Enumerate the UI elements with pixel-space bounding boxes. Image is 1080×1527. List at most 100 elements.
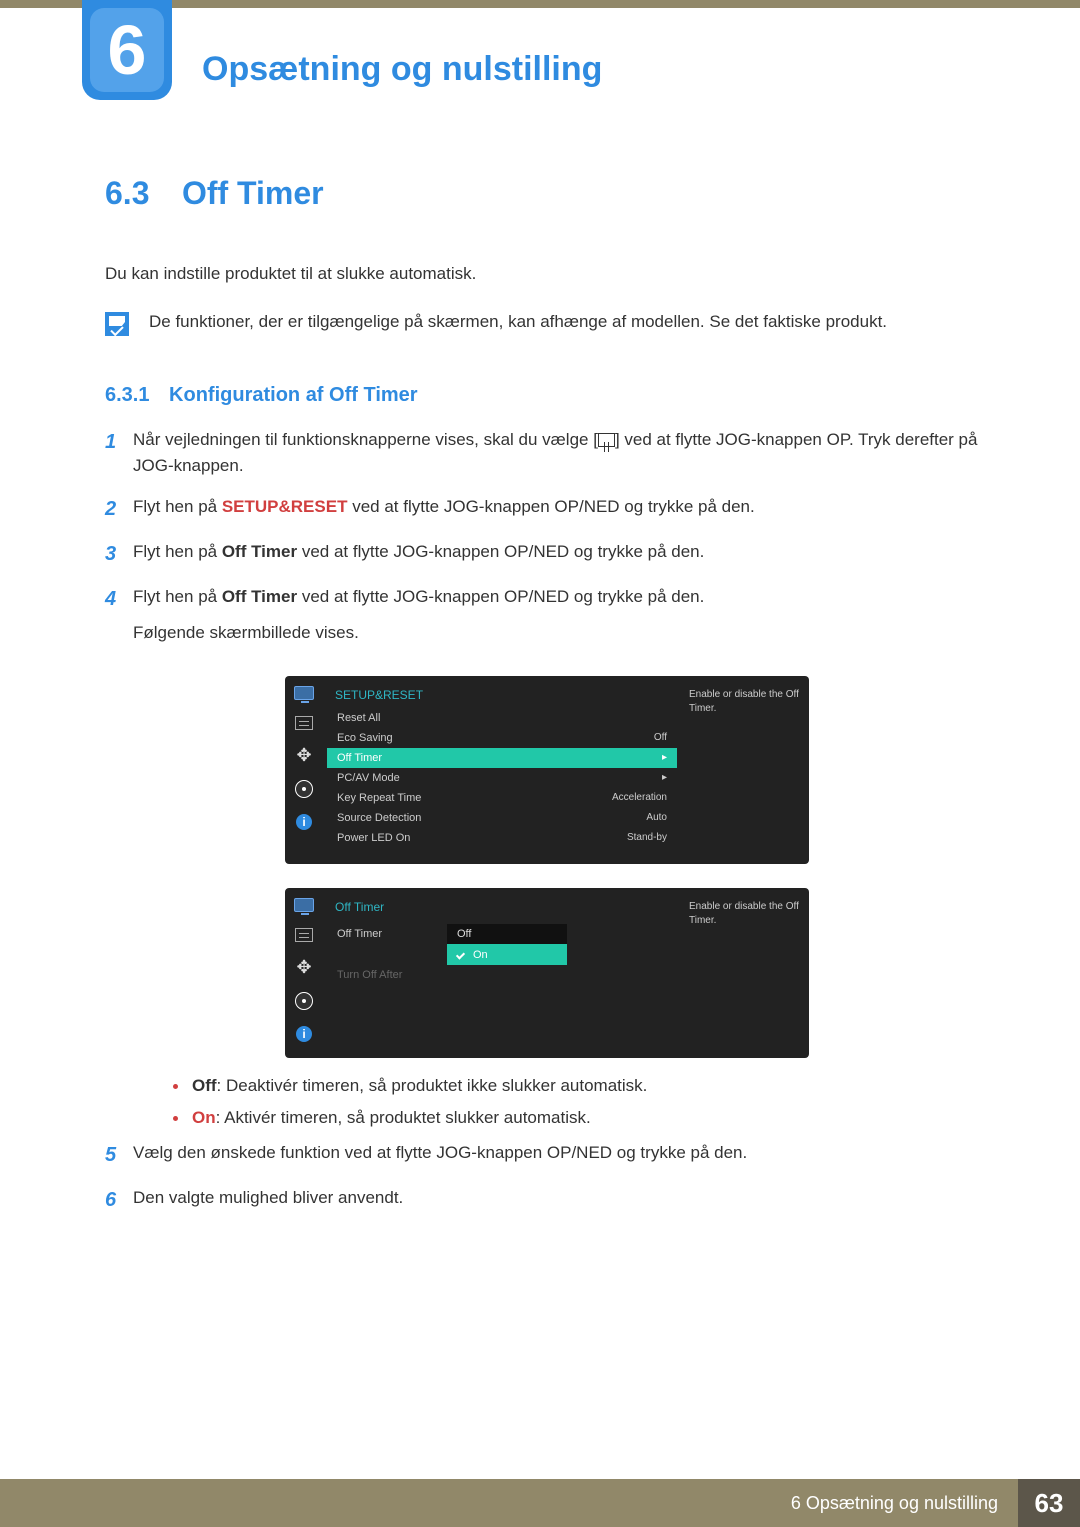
subsection-heading: 6.3.1 Konfiguration af Off Timer [105,384,985,407]
menu-button-icon [598,433,615,447]
osd-description: Enable or disable the Off Timer. [681,676,809,864]
step-number: 6 [105,1185,133,1216]
step-number: 3 [105,539,133,570]
step-number: 2 [105,494,133,525]
osd-off-timer-panel: i Off Timer Off Timer Off On Turn Off Af… [285,888,809,1058]
osd-row-label: PC/AV Mode [337,772,400,784]
step-body: Vælg den ønskede funktion ved at flytte … [133,1140,985,1166]
info-note-text: De funktioner, der er tilgængelige på sk… [149,312,887,332]
page-content: 6.3 Off Timer Du kan indstille produktet… [105,175,985,1230]
step-text: Flyt hen på [133,542,222,561]
step-number: 4 [105,584,133,615]
steps-list-continued: 5 Vælg den ønskede funktion ved at flytt… [105,1140,985,1216]
osd-sidebar: i [285,888,323,1058]
list-icon [295,716,313,730]
osd-row-off-timer[interactable]: Off Timer ▸ [327,748,677,768]
chapter-number: 6 [108,10,147,90]
osd-row-key-repeat[interactable]: Key Repeat Time Acceleration [327,788,677,808]
step-4: 4 Flyt hen på Off Timer ved at flytte JO… [105,584,985,647]
osd-row-source-detection[interactable]: Source Detection Auto [327,808,677,828]
step-body: Flyt hen på Off Timer ved at flytte JOG-… [133,584,985,647]
step-body: Den valgte mulighed bliver anvendt. [133,1185,985,1211]
osd-row-label: Turn Off After [337,969,402,981]
chapter-header: 6 Opsætning og nulstilling [82,12,1080,120]
osd-row-eco-saving[interactable]: Eco Saving Off [327,728,677,748]
chapter-badge: 6 [82,0,172,100]
osd-row-label: Key Repeat Time [337,792,421,804]
osd-options: Off On [447,924,567,965]
step-text: Når vejledningen til funktionsknapperne … [133,430,598,449]
step-emphasis: Off Timer [222,587,297,606]
gear-icon [295,780,313,798]
bullet-label: Off [192,1076,217,1095]
bullet-dot-icon [173,1084,178,1089]
osd-row-value: Auto [646,812,667,824]
bullet-text: Off: Deaktivér timeren, så produktet ikk… [192,1076,647,1096]
osd-row-label: Source Detection [337,812,421,824]
osd-select-label: Off Timer [337,924,437,940]
osd-row-value: Stand-by [627,832,667,844]
step-body: Flyt hen på SETUP&RESET ved at flytte JO… [133,494,985,520]
step-text: ved at flytte JOG-knappen OP/NED og tryk… [297,587,704,606]
step-number: 1 [105,427,133,458]
osd-option-label: On [473,949,488,961]
step-text: ved at flytte JOG-knappen OP/NED og tryk… [347,497,754,516]
step-text: Flyt hen på [133,587,222,606]
osd-row-turn-off-after: Turn Off After [327,965,677,985]
step-6: 6 Den valgte mulighed bliver anvendt. [105,1185,985,1216]
bullet-on: On: Aktivér timeren, så produktet slukke… [173,1108,985,1128]
info-icon: i [296,1026,312,1042]
section-title: Off Timer [182,175,324,211]
chapter-title: Opsætning og nulstilling [202,50,602,89]
section-number: 6.3 [105,175,149,211]
monitor-icon [294,686,314,700]
info-icon [105,312,129,336]
osd-title: SETUP&RESET [327,686,677,708]
osd-option-label: Off [457,928,471,940]
osd-row-pcav-mode[interactable]: PC/AV Mode ▸ [327,768,677,788]
bullet-body: : Deaktivér timeren, så produktet ikke s… [217,1076,648,1095]
osd-row-reset-all[interactable]: Reset All [327,708,677,728]
bullet-dot-icon [173,1116,178,1121]
step-5: 5 Vælg den ønskede funktion ved at flytt… [105,1140,985,1171]
osd-option-on[interactable]: On [447,944,567,965]
monitor-icon [294,898,314,912]
step-3: 3 Flyt hen på Off Timer ved at flytte JO… [105,539,985,570]
subsection-number: 6.3.1 [105,384,149,406]
move-icon [294,958,314,976]
osd-title: Off Timer [327,898,677,920]
list-icon [295,928,313,942]
step-number: 5 [105,1140,133,1171]
osd-description: Enable or disable the Off Timer. [681,888,809,1058]
gear-icon [295,992,313,1010]
osd-row-value: ▸ [662,772,667,784]
osd-row-value: ▸ [662,752,667,764]
step-text: ved at flytte JOG-knappen OP/NED og tryk… [297,542,704,561]
osd-option-off[interactable]: Off [447,924,567,944]
osd-main: SETUP&RESET Reset All Eco Saving Off Off … [323,676,681,864]
bullet-text: On: Aktivér timeren, så produktet slukke… [192,1108,591,1128]
info-note-row: De funktioner, der er tilgængelige på sk… [105,312,985,336]
bullet-label: On [192,1108,216,1127]
osd-row-label: Off Timer [337,752,382,764]
step-2: 2 Flyt hen på SETUP&RESET ved at flytte … [105,494,985,525]
osd-row-label: Eco Saving [337,732,393,744]
osd-sidebar: i [285,676,323,864]
step-body: Flyt hen på Off Timer ved at flytte JOG-… [133,539,985,565]
move-icon [294,746,314,764]
step-emphasis: Off Timer [222,542,297,561]
bullet-off: Off: Deaktivér timeren, så produktet ikk… [173,1076,985,1096]
steps-list: 1 Når vejledningen til funktionsknappern… [105,427,985,646]
option-bullets: Off: Deaktivér timeren, så produktet ikk… [173,1076,985,1128]
page-number: 63 [1018,1479,1080,1527]
step-body: Når vejledningen til funktionsknapperne … [133,427,985,480]
osd-row-power-led[interactable]: Power LED OnStand-by [327,828,677,848]
step-text: Flyt hen på [133,497,222,516]
osd-main: Off Timer Off Timer Off On Turn Off Afte… [323,888,681,1058]
intro-paragraph: Du kan indstille produktet til at slukke… [105,264,985,284]
osd-row-value: Off [654,732,667,744]
osd-row-value: Acceleration [612,792,667,804]
osd-row-label: Reset All [337,712,380,724]
osd-setup-reset-panel: i SETUP&RESET Reset All Eco Saving Off Of… [285,676,809,864]
step-emphasis: SETUP&RESET [222,497,348,516]
